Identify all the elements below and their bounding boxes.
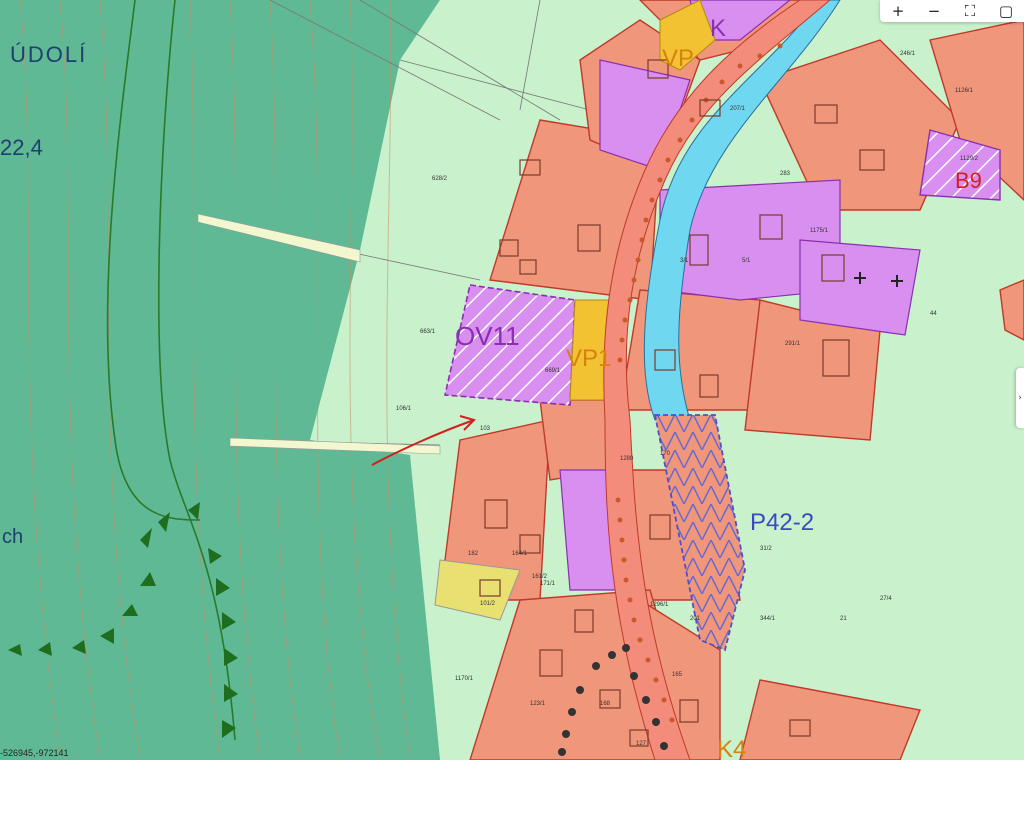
parcel-number: 103	[480, 426, 491, 432]
parcel-number: 201	[690, 616, 701, 622]
parcel-number: 170	[660, 451, 671, 457]
parcel-number: 127	[636, 741, 647, 747]
ov11-label: OV11	[455, 321, 520, 351]
layers-icon[interactable]: ▢	[988, 0, 1024, 22]
parcel-number: 171/1	[540, 581, 556, 587]
vp-top-label: VP	[662, 45, 694, 72]
vp1-label: VP1	[566, 345, 611, 372]
zoom-out-button[interactable]: −	[916, 0, 952, 22]
parcel-number: 1170/1	[455, 676, 474, 682]
parcel-number: 21	[840, 616, 847, 622]
b9-label: B9	[955, 168, 982, 193]
zoning-map[interactable]: 663/1 628/2 669/1 103 106/1 101/2 182 16…	[0, 0, 1024, 760]
parcel-number: 291/1	[785, 341, 801, 347]
parcel-number: 1175/1	[810, 228, 829, 234]
parcel-number: 182	[468, 551, 479, 557]
parcel-number: 161/2	[532, 574, 548, 580]
parcel-number: 1296/1	[650, 602, 669, 608]
side-panel-toggle[interactable]: ›	[1016, 368, 1024, 428]
fullscreen-icon[interactable]: ⛶	[952, 0, 988, 22]
place-fragment-label: ch	[2, 526, 23, 548]
parcel-number: 27/4	[880, 596, 892, 602]
parcel-number: 1126/1	[955, 88, 974, 94]
parcel-number: 106/1	[396, 406, 412, 412]
elevation-label: 22,4	[0, 135, 43, 160]
parcel-number: 44	[930, 311, 937, 317]
parcel-number: 101/2	[480, 601, 496, 607]
area-name-label: ÚDOLÍ	[10, 42, 87, 67]
k-top-label: K	[710, 15, 726, 42]
coordinate-readout: -526945,-972141	[0, 748, 69, 758]
parcel-number: 3/1	[680, 258, 689, 264]
k4-label: K4	[717, 736, 746, 760]
zoom-in-button[interactable]: +	[880, 0, 916, 22]
map-viewport[interactable]: 663/1 628/2 669/1 103 106/1 101/2 182 16…	[0, 0, 1024, 760]
parcel-number: 283	[780, 171, 791, 177]
map-toolbar: + − ⛶ ▢	[880, 0, 1024, 22]
parcel-number: 31/2	[760, 546, 772, 552]
parcel-number: 246/1	[900, 51, 916, 57]
parcel-number: 5/1	[742, 258, 751, 264]
parcel-number: 669/1	[545, 368, 561, 374]
parcel-number: 123/1	[530, 701, 546, 707]
parcel-number: 207/1	[730, 106, 746, 112]
parcel-number: 165	[672, 672, 683, 678]
parcel-number: 168	[600, 701, 611, 707]
parcel-number: 344/1	[760, 616, 776, 622]
parcel-number: 1129/2	[960, 156, 979, 162]
parcel-number: 1280	[620, 456, 634, 462]
p42-2-label: P42-2	[750, 509, 814, 536]
parcel-number: 164/1	[512, 551, 528, 557]
parcel-number: 663/1	[420, 329, 436, 335]
parcel-number: 628/2	[432, 176, 448, 182]
